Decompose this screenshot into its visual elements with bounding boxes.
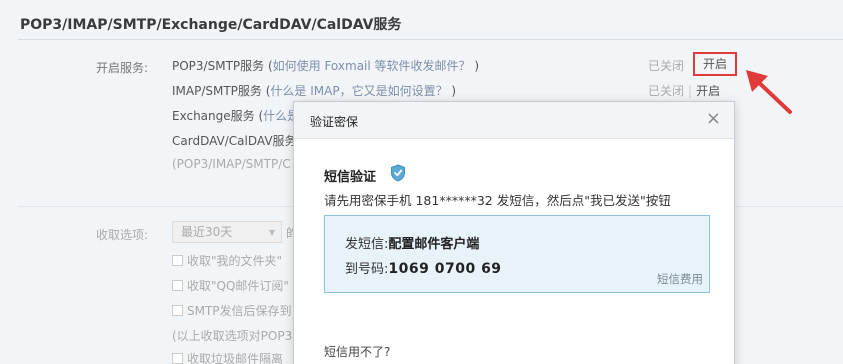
check-my-folders[interactable]: 收取"我的文件夹" xyxy=(172,252,282,269)
sms-send-line: 发短信:配置邮件客户端 xyxy=(345,233,479,252)
service-name: IMAP/SMTP服务 ( xyxy=(172,84,271,98)
service-name: Exchange服务 ( xyxy=(172,109,264,123)
modal-title: 验证密保 xyxy=(310,115,359,129)
pop3-open-highlight[interactable]: 开启 xyxy=(693,52,737,76)
paren-close: ) xyxy=(451,84,457,98)
imap-status: 已关闭 | 开启 xyxy=(648,82,720,99)
status-text: 已关闭 xyxy=(648,84,685,98)
services-label: 开启服务: xyxy=(96,61,149,75)
status-text: 已关闭 xyxy=(648,59,685,73)
imap-open-button[interactable]: 开启 xyxy=(696,84,720,98)
check-label: 收取垃圾邮件隔离 xyxy=(187,352,284,364)
verify-title: 短信验证 xyxy=(324,170,377,185)
close-icon[interactable]: × xyxy=(706,110,721,128)
modal-header: 验证密保 × xyxy=(294,102,734,139)
chevron-down-icon: ▾ xyxy=(268,225,275,239)
check-label: 收取"QQ邮件订阅" xyxy=(187,279,289,293)
service-help-link[interactable]: 什么是 IMAP，它又是如何设置？ xyxy=(270,84,447,98)
service-carddav: CardDAV/CalDAV服务 xyxy=(172,132,297,149)
verify-modal: 验证密保 × 短信验证 请先用密保手机 181******32 发短信，然后点"… xyxy=(293,101,735,364)
shield-icon xyxy=(391,164,405,182)
section-title: POP3/IMAP/SMTP/Exchange/CardDAV/CalDAV服务 xyxy=(20,17,402,33)
sms-unavailable-link[interactable]: 短信用不了? xyxy=(324,343,390,360)
check-label: 收取"我的文件夹" xyxy=(187,254,283,268)
check-spam[interactable]: 收取垃圾邮件隔离 xyxy=(172,350,283,364)
sms-to-line: 到号码:1069 0700 69 xyxy=(345,258,502,277)
pop3-open-button[interactable]: 开启 xyxy=(695,54,735,74)
settings-page: POP3/IMAP/SMTP/Exchange/CardDAV/CalDAV服务… xyxy=(0,0,843,364)
service-note-text: (POP3/IMAP/SMTP/C xyxy=(172,157,291,171)
receive-note: (以上收取选项对POP3 xyxy=(172,329,293,343)
paren-close: ) xyxy=(474,59,480,73)
sms-to-value: 1069 0700 69 xyxy=(388,261,502,277)
check-smtp-save[interactable]: SMTP发信后保存到 xyxy=(172,302,292,319)
service-pop3-smtp: POP3/SMTP服务 (如何使用 Foxmail 等软件收发邮件？ ) xyxy=(172,57,479,74)
check-qq-subscription[interactable]: 收取"QQ邮件订阅" xyxy=(172,277,289,294)
checkbox[interactable] xyxy=(172,353,183,364)
pop3-status: 已关闭 xyxy=(648,57,684,74)
verify-description: 请先用密保手机 181******32 发短信，然后点"我已发送"按钮 xyxy=(324,193,671,208)
sms-info-box: 发短信:配置邮件客户端 到号码:1069 0700 69 短信费用 xyxy=(324,215,710,293)
checkbox[interactable] xyxy=(172,305,183,316)
service-note: (POP3/IMAP/SMTP/C xyxy=(172,157,291,171)
receive-range-select[interactable]: 最近30天 ▾ xyxy=(172,221,282,243)
select-value: 最近30天 xyxy=(181,225,233,239)
red-arrow-icon xyxy=(746,70,792,114)
sms-to-label: 到号码: xyxy=(345,262,389,277)
service-exchange: Exchange服务 (什么是 xyxy=(172,107,299,124)
separator: | xyxy=(688,84,693,98)
sms-send-value: 配置邮件客户端 xyxy=(388,237,480,252)
service-imap-smtp: IMAP/SMTP服务 (什么是 IMAP，它又是如何设置？ ) xyxy=(172,82,456,99)
checkbox[interactable] xyxy=(172,255,183,266)
checkbox[interactable] xyxy=(172,280,183,291)
service-name: CardDAV/CalDAV服务 xyxy=(172,134,297,148)
sms-fee-link[interactable]: 短信费用 xyxy=(657,271,703,287)
service-name: POP3/SMTP服务 ( xyxy=(172,59,273,73)
receive-label: 收取选项: xyxy=(96,228,149,242)
sms-send-label: 发短信: xyxy=(345,237,389,252)
service-help-link[interactable]: 如何使用 Foxmail 等软件收发邮件？ xyxy=(273,59,471,73)
section-divider xyxy=(18,39,843,40)
check-label: SMTP发信后保存到 xyxy=(187,304,292,318)
